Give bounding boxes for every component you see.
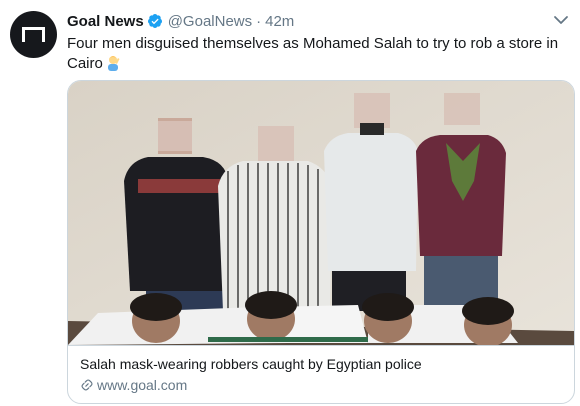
separator-dot: · [256, 12, 262, 30]
news-photo [68, 81, 574, 345]
tweet-timestamp[interactable]: 42m [265, 13, 294, 30]
tweet-text: Four men disguised themselves as Mohamed… [67, 34, 567, 74]
link-card[interactable]: Salah mask-wearing robbers caught by Egy… [67, 80, 575, 404]
avatar[interactable] [10, 11, 57, 58]
author-name[interactable]: Goal News [67, 13, 144, 30]
card-info[interactable]: Salah mask-wearing robbers caught by Egy… [68, 345, 574, 403]
author-handle[interactable]: @GoalNews [168, 13, 252, 30]
chevron-down-icon[interactable] [553, 14, 569, 26]
card-domain[interactable]: www.goal.com [80, 376, 562, 394]
card-title[interactable]: Salah mask-wearing robbers caught by Egy… [80, 355, 562, 373]
verified-badge-icon [147, 14, 162, 28]
link-icon [81, 379, 93, 391]
tweet-text-body: Four men disguised themselves as Mohamed… [67, 35, 559, 72]
tweet[interactable]: Goal News @GoalNews · 42m Four men disgu… [0, 0, 580, 406]
tweet-header: Goal News @GoalNews · 42m [67, 11, 294, 31]
facepalm-icon [107, 56, 120, 71]
goal-logo-icon [22, 27, 45, 42]
card-domain-text[interactable]: www.goal.com [97, 376, 187, 394]
